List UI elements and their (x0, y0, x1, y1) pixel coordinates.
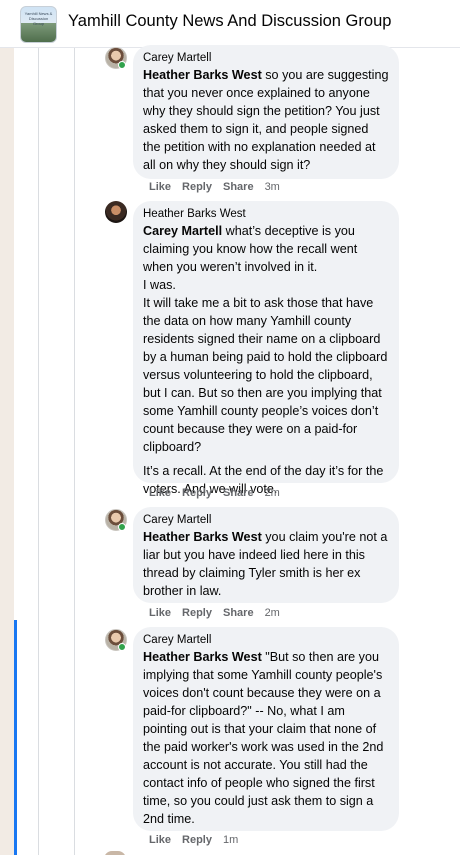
mention-link[interactable]: Heather Barks West (143, 530, 262, 544)
comment-actions: Like Reply Share 2m (149, 605, 280, 621)
online-status-dot (118, 61, 126, 69)
like-button[interactable]: Like (149, 181, 171, 193)
comment-body-paragraph: It will take me a bit to ask those that … (143, 296, 391, 454)
comment-timestamp[interactable]: 2m (265, 487, 280, 499)
online-status-dot (118, 643, 126, 651)
comment-timestamp[interactable]: 1m (223, 834, 238, 846)
share-button[interactable]: Share (223, 181, 254, 193)
new-comment-highlight-bar (14, 620, 17, 855)
comment-author[interactable]: Heather Barks West (143, 207, 389, 221)
online-status-dot (118, 523, 126, 531)
comment-actions: Like Reply 1m (149, 832, 238, 848)
comment-author[interactable]: Carey Martell (143, 51, 389, 65)
mention-link[interactable]: Heather Barks West (143, 68, 262, 82)
comment-text: Carey Martell what’s deceptive is you cl… (143, 222, 389, 498)
mention-link[interactable]: Carey Martell (143, 224, 222, 238)
group-header: Yamhill News & Discussion Group Yamhill … (0, 0, 460, 48)
comment-text: Heather Barks West you claim you're not … (143, 528, 389, 600)
thread-line-level-1 (38, 48, 39, 855)
left-page-stripe (0, 48, 14, 855)
comment-body-line: I was. (143, 278, 176, 292)
reply-button[interactable]: Reply (182, 487, 212, 499)
reply-button[interactable]: Reply (182, 834, 212, 846)
reply-button[interactable]: Reply (182, 181, 212, 193)
avatar[interactable] (105, 201, 127, 223)
like-button[interactable]: Like (149, 607, 171, 619)
share-button[interactable]: Share (223, 607, 254, 619)
comment-bubble: Carey Martell Heather Barks West "But so… (133, 627, 399, 831)
comment-actions: Like Reply Share 3m (149, 179, 280, 195)
comment-text: Heather Barks West "But so then are you … (143, 648, 389, 828)
like-button[interactable]: Like (149, 834, 171, 846)
group-cover-thumbnail[interactable]: Yamhill News & Discussion Group (20, 6, 57, 43)
comment-text: Heather Barks West so you are suggesting… (143, 66, 389, 174)
thread-line-level-2 (74, 48, 75, 855)
comment-actions: Like Reply Share 2m (149, 485, 280, 501)
comment-timestamp[interactable]: 3m (265, 181, 280, 193)
comment-author[interactable]: Carey Martell (143, 513, 389, 527)
like-button[interactable]: Like (149, 487, 171, 499)
comment-body: "But so then are you implying that some … (143, 650, 387, 826)
avatar[interactable] (104, 851, 126, 855)
group-thumbnail-text: Yamhill News & Discussion Group (24, 11, 53, 26)
comment-body: so you are suggesting that you never onc… (143, 68, 392, 172)
comment-bubble: Carey Martell Heather Barks West so you … (133, 45, 399, 179)
comment-timestamp[interactable]: 2m (265, 607, 280, 619)
reply-button[interactable]: Reply (182, 607, 212, 619)
share-button[interactable]: Share (223, 487, 254, 499)
group-title[interactable]: Yamhill County News And Discussion Group (68, 12, 391, 31)
comment-bubble: Carey Martell Heather Barks West you cla… (133, 507, 399, 603)
comment-author[interactable]: Carey Martell (143, 633, 389, 647)
mention-link[interactable]: Heather Barks West (143, 650, 262, 664)
comment-bubble: Heather Barks West Carey Martell what’s … (133, 201, 399, 496)
